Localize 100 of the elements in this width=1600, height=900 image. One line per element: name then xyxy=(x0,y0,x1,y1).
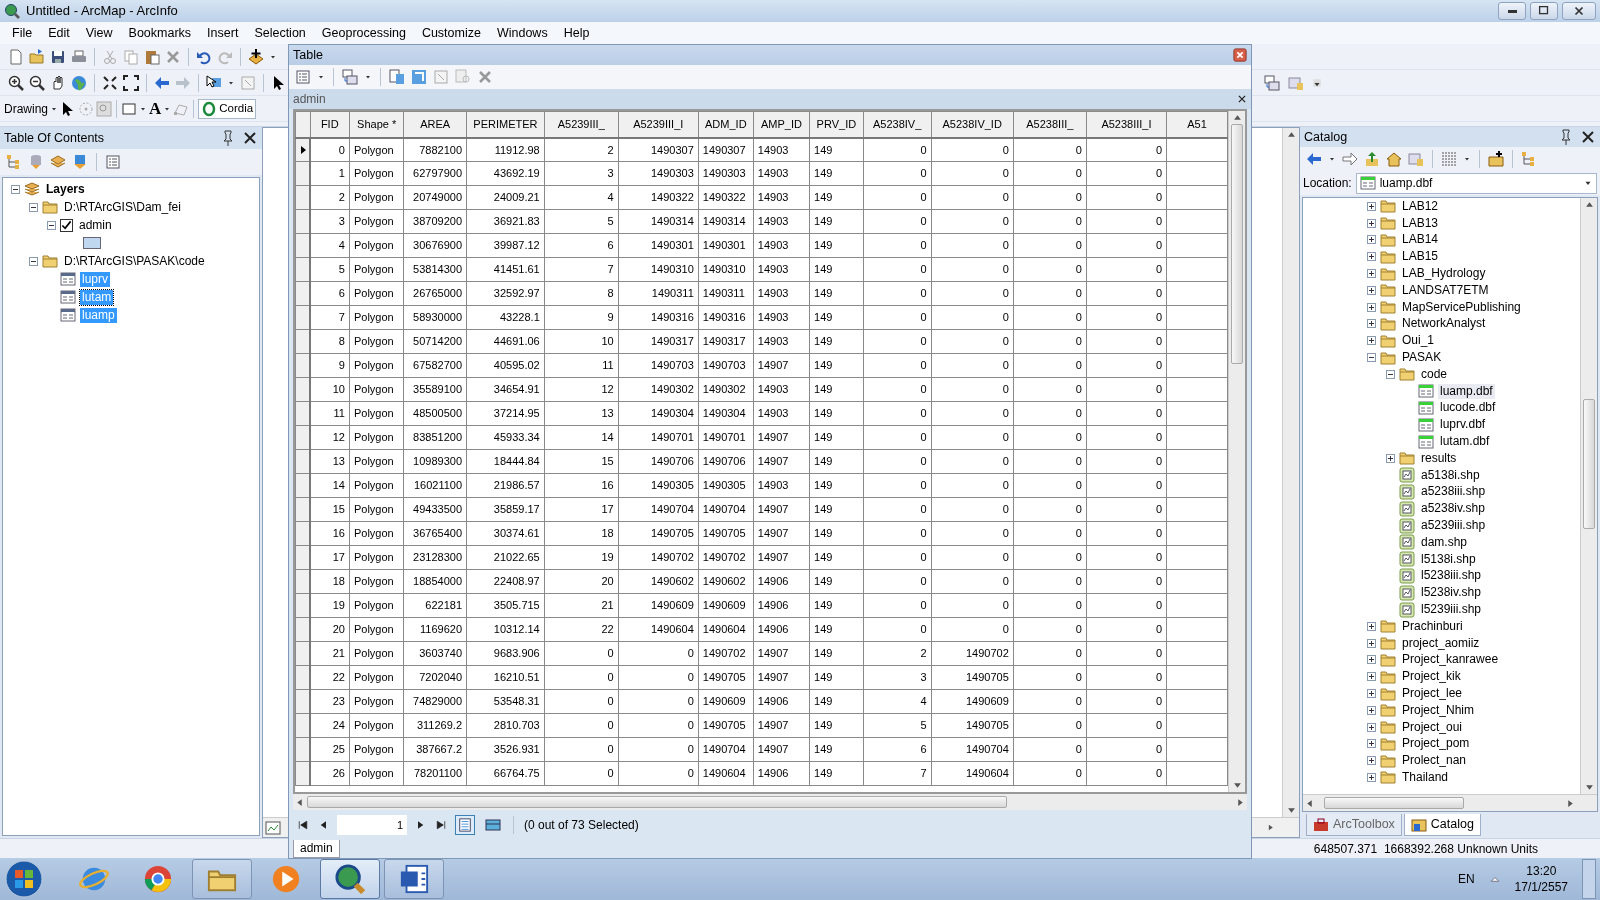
column-header[interactable]: PRV_ID xyxy=(809,111,864,138)
scroll-right-icon[interactable] xyxy=(1236,797,1245,807)
menu-item[interactable]: Windows xyxy=(488,23,556,43)
scrollbar[interactable] xyxy=(1580,198,1597,794)
zoom-box-icon[interactable] xyxy=(96,100,112,117)
collapse-icon[interactable] xyxy=(29,202,38,212)
add-data-icon[interactable] xyxy=(248,48,264,65)
expand-icon[interactable] xyxy=(1367,621,1376,631)
select-by-attributes-icon[interactable] xyxy=(389,69,405,85)
print-icon[interactable] xyxy=(71,48,87,65)
expand-icon[interactable] xyxy=(1367,269,1376,279)
tree-item[interactable]: LAB_Hydrology xyxy=(1400,266,1488,282)
menu-item[interactable]: Help xyxy=(555,23,598,43)
column-header[interactable]: FID xyxy=(310,111,350,138)
new-folder-icon[interactable] xyxy=(1488,151,1504,167)
tree-item[interactable]: results xyxy=(1419,450,1459,466)
clock-date[interactable]: 17/1/2557 xyxy=(1514,879,1568,895)
collapse-icon[interactable] xyxy=(11,184,20,194)
expand-icon[interactable] xyxy=(1367,235,1376,245)
close-icon[interactable] xyxy=(1237,94,1247,104)
scrollbar[interactable] xyxy=(1228,111,1245,792)
clock-time[interactable]: 13:20 xyxy=(1526,863,1557,879)
tree-item[interactable]: l5238iv.shp xyxy=(1419,585,1483,601)
menu-item[interactable]: Insert xyxy=(199,23,247,43)
tree-item[interactable]: a5238iii.shp xyxy=(1419,484,1488,500)
tree-item[interactable]: LAB13 xyxy=(1400,215,1441,231)
scroll-down-icon[interactable] xyxy=(1286,806,1296,815)
menu-item[interactable]: Geoprocessing xyxy=(313,23,414,43)
back-icon[interactable] xyxy=(1306,151,1322,167)
start-button[interactable] xyxy=(4,859,44,899)
scroll-up-icon[interactable] xyxy=(1232,113,1242,122)
tree-item[interactable]: Project_kanrawee xyxy=(1400,652,1501,668)
save-icon[interactable] xyxy=(50,48,66,65)
tree-item[interactable]: l5239iii.shp xyxy=(1419,602,1484,617)
column-header[interactable]: PERIMETER xyxy=(466,111,545,138)
column-header[interactable]: A5238III_ xyxy=(1013,111,1087,138)
menu-item[interactable]: View xyxy=(77,23,121,43)
symbol-swatch[interactable] xyxy=(83,237,101,249)
expand-icon[interactable] xyxy=(1367,319,1376,329)
forward-icon[interactable] xyxy=(1342,151,1358,167)
collapse-icon[interactable] xyxy=(47,220,56,230)
delete-icon[interactable] xyxy=(477,69,493,85)
tree-item[interactable]: Prachinburi xyxy=(1400,618,1465,634)
map-layer-icon[interactable] xyxy=(72,154,88,170)
scroll-right-icon[interactable] xyxy=(1566,798,1575,808)
open-folder-icon[interactable] xyxy=(29,48,45,65)
expand-icon[interactable] xyxy=(1367,773,1376,782)
tree-item[interactable]: luprv.dbf xyxy=(1438,417,1488,433)
menu-item[interactable]: Selection xyxy=(246,23,314,43)
scroll-left-icon[interactable] xyxy=(295,797,304,807)
switch-selection-icon[interactable] xyxy=(411,69,427,85)
related-tables-icon[interactable] xyxy=(342,69,358,85)
tree-item[interactable]: a5239iii.shp xyxy=(1419,518,1488,534)
tree-item[interactable]: Layers xyxy=(44,181,87,197)
related-tables-icon[interactable] xyxy=(1264,74,1280,91)
scroll-left-icon[interactable] xyxy=(1305,798,1314,808)
expand-icon[interactable] xyxy=(1367,336,1376,346)
expand-icon[interactable] xyxy=(1367,739,1376,749)
checkbox[interactable] xyxy=(60,218,73,232)
language-indicator[interactable]: EN xyxy=(1457,870,1475,888)
column-header[interactable]: A5239III_I xyxy=(618,111,699,138)
tree-item[interactable]: LAB14 xyxy=(1400,232,1441,248)
tree-item[interactable]: Project_lee xyxy=(1400,686,1465,701)
font-field[interactable]: Cordia xyxy=(198,98,257,119)
scroll-up-icon[interactable] xyxy=(1286,130,1296,139)
column-header[interactable]: A5238III_I xyxy=(1086,111,1167,138)
home-icon[interactable] xyxy=(1386,151,1402,167)
tree-item[interactable]: Thailand xyxy=(1400,770,1451,785)
rectangle-icon[interactable] xyxy=(121,100,137,117)
delete-icon[interactable] xyxy=(165,48,181,65)
tree-item[interactable]: dam.shp xyxy=(1419,534,1470,550)
column-header[interactable]: AREA xyxy=(403,111,467,138)
table-tab[interactable]: admin xyxy=(293,840,340,858)
expand-icon[interactable] xyxy=(1367,285,1376,295)
scrollbar-thumb[interactable] xyxy=(1231,124,1243,364)
tree-item[interactable]: MapServicePublishing xyxy=(1400,299,1523,315)
text-tool-button[interactable]: A xyxy=(149,95,162,122)
location-box[interactable]: luamp.dbf xyxy=(1355,172,1597,194)
tree-item[interactable]: Prolect_nan xyxy=(1400,753,1469,769)
new-document-icon[interactable] xyxy=(8,48,24,65)
show-all-records-button[interactable] xyxy=(455,815,475,835)
data-view-icon[interactable] xyxy=(265,819,281,836)
row-selector[interactable] xyxy=(295,137,311,162)
column-header[interactable]: A5238IV_ xyxy=(863,111,932,138)
scroll-down-icon[interactable] xyxy=(1584,783,1594,792)
column-header[interactable]: A5239III_ xyxy=(544,111,619,138)
tree-item[interactable]: D:\RTArcGIS\PASAK\code xyxy=(62,253,207,269)
expand-icon[interactable] xyxy=(1367,201,1376,211)
scroll-right-icon[interactable] xyxy=(1266,823,1275,832)
scrollbar-thumb[interactable] xyxy=(1324,797,1464,809)
tree-item[interactable]: a5138i.shp xyxy=(1419,467,1482,483)
zoom-out-icon[interactable] xyxy=(29,74,45,91)
panel-tab[interactable]: Catalog xyxy=(1403,814,1481,836)
scrollbar-thumb[interactable] xyxy=(1583,399,1595,529)
tree-item[interactable]: Project_Nhim xyxy=(1400,702,1477,718)
tree-item[interactable]: Oui_1 xyxy=(1400,333,1437,349)
menu-item[interactable]: Customize xyxy=(413,23,489,43)
maximize-button[interactable] xyxy=(1530,2,1558,20)
tree-item[interactable]: D:\RTArcGIS\Dam_fei xyxy=(62,199,183,215)
hand-icon[interactable] xyxy=(50,74,66,91)
